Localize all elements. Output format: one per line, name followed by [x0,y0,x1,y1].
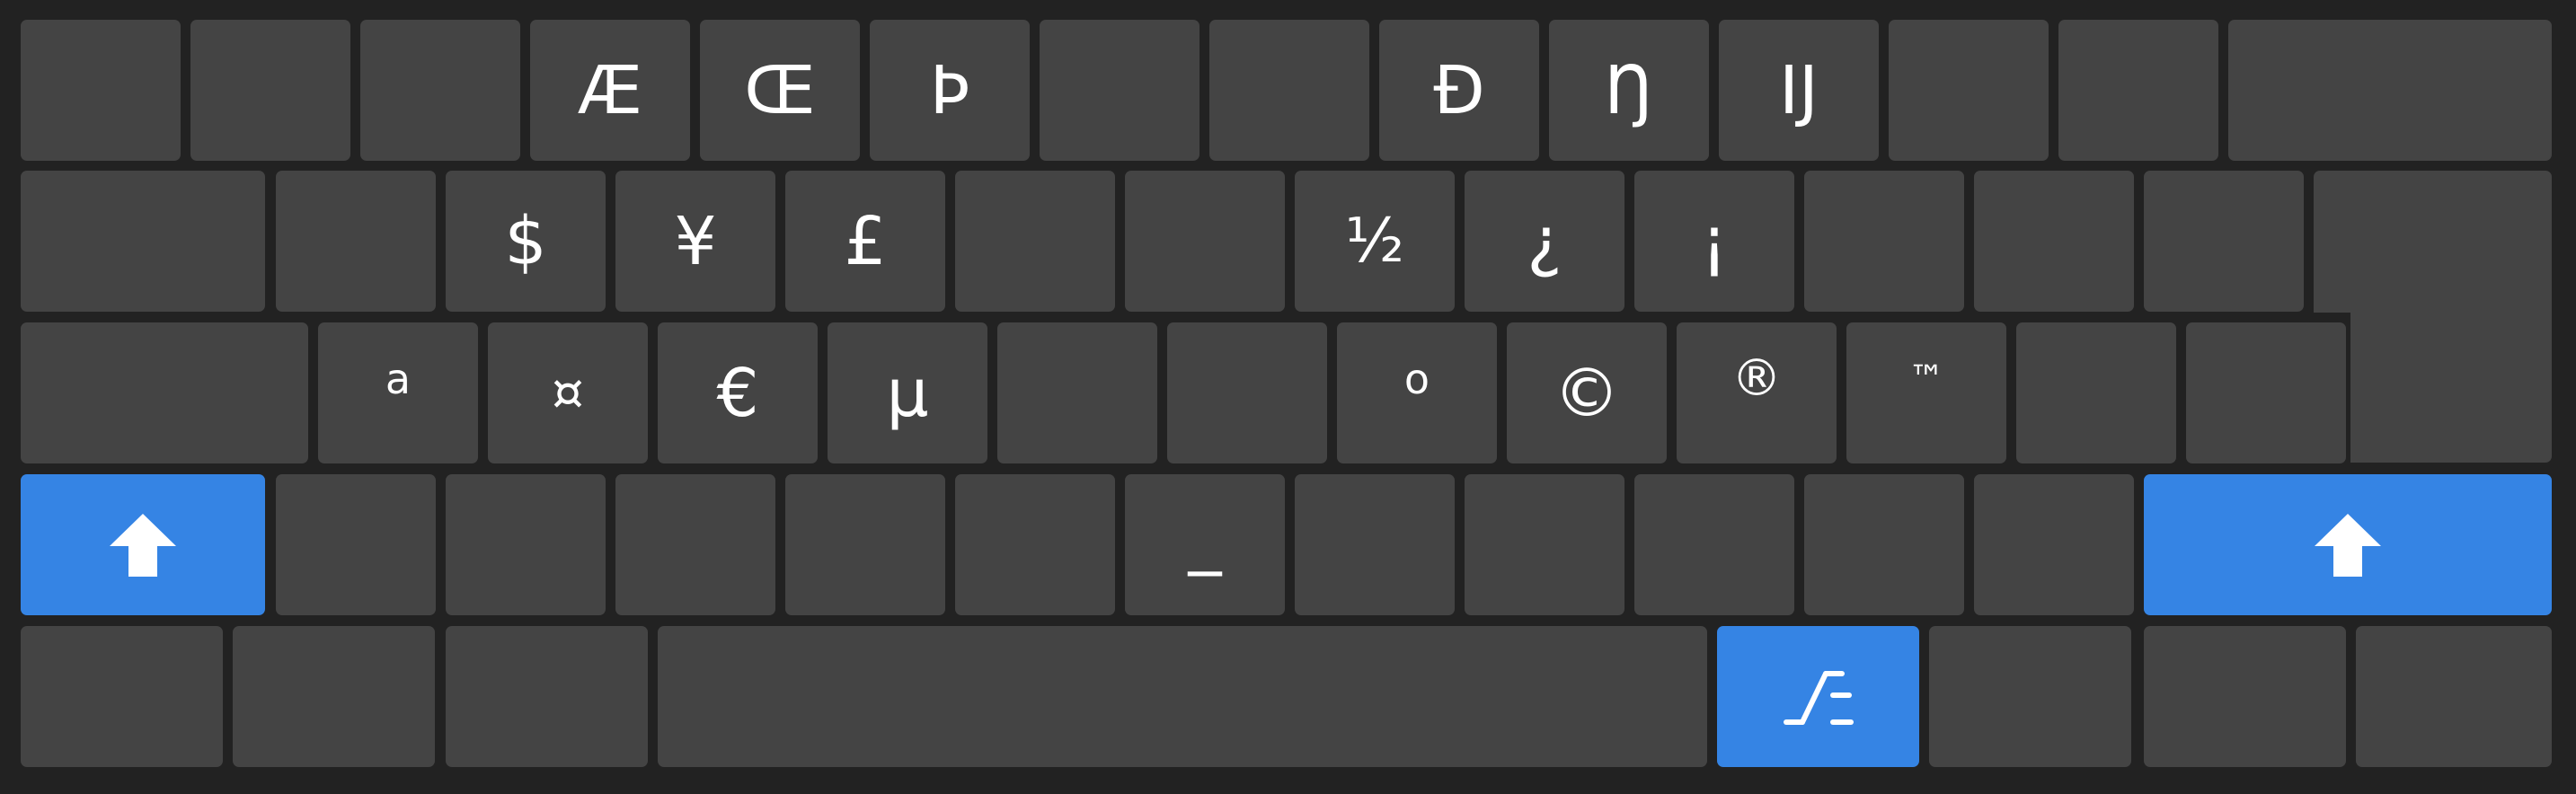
key-ae[interactable]: Æ [530,20,690,161]
key-currency-label: ¤ [552,363,584,422]
key-eng[interactable]: Ŋ [1549,20,1709,161]
key-yen-label: ¥ [674,202,717,280]
shift-icon [2315,513,2381,577]
key-r5-7[interactable] [2144,626,2346,767]
key-inverted-question[interactable]: ¿ [1465,171,1624,312]
key-copyright[interactable]: © [1507,322,1667,463]
key-r4-6[interactable] [955,474,1115,615]
key-inverted-exclamation-label: ¡ [1701,202,1728,280]
key-r1-12[interactable] [1889,20,2049,161]
key-half[interactable]: ½ [1295,171,1455,312]
key-r2-7[interactable] [1125,171,1285,312]
symbols-toggle-icon [1783,670,1854,725]
key-r3-6[interactable] [997,322,1157,463]
symbols-toggle-key[interactable] [1717,626,1919,767]
key-oe-label: Œ [744,51,816,129]
key-ordinal-a-label: a [385,354,412,403]
key-trademark[interactable]: ™ [1846,322,2006,463]
key-r3-13[interactable] [2186,322,2346,463]
key-r1-8[interactable] [1209,20,1369,161]
key-r4-5[interactable] [785,474,945,615]
key-r3-1[interactable] [21,322,308,463]
key-r2-1[interactable] [21,171,265,312]
key-underscore-label: _ [1188,498,1222,577]
key-r5-3[interactable] [446,626,648,767]
key-mu[interactable]: μ [828,322,987,463]
key-r4-11[interactable] [1804,474,1964,615]
key-inverted-exclamation[interactable]: ¡ [1634,171,1794,312]
key-pound-label: £ [844,202,887,280]
key-thorn[interactable]: Þ [870,20,1030,161]
key-yen[interactable]: ¥ [615,171,775,312]
key-r1-7[interactable] [1040,20,1199,161]
key-r4-12[interactable] [1974,474,2134,615]
key-r5-2[interactable] [233,626,435,767]
key-r3-7[interactable] [1167,322,1327,463]
key-copyright-label: © [1554,354,1620,432]
key-registered[interactable]: ® [1677,322,1837,463]
key-eng-label: Ŋ [1604,51,1654,129]
key-dollar-label: $ [504,202,547,280]
key-ae-label: Æ [577,51,643,129]
key-mu-label: μ [886,354,929,432]
key-half-label: ½ [1345,205,1404,277]
key-r3-12[interactable] [2016,322,2176,463]
key-r2-11[interactable] [1804,171,1964,312]
key-r2-2[interactable] [276,171,436,312]
key-d-stroke-label: Đ [1433,51,1485,129]
key-r2-12[interactable] [1974,171,2134,312]
key-r5-8[interactable] [2356,626,2552,767]
key-r4-10[interactable] [1634,474,1794,615]
key-r1-14[interactable] [2228,20,2552,161]
key-r4-8[interactable] [1295,474,1455,615]
key-r5-1[interactable] [21,626,223,767]
key-ij[interactable]: Ĳ [1719,20,1879,161]
key-r4-9[interactable] [1465,474,1624,615]
key-ordinal-o[interactable]: o [1337,322,1497,463]
key-euro[interactable]: € [658,322,818,463]
on-screen-keyboard: Æ Œ Þ Đ Ŋ Ĳ $ ¥ £ ½ ¿ ¡ a ¤ € μ o © ® ™ … [0,0,2576,794]
space-bar[interactable] [658,626,1707,767]
key-ordinal-a[interactable]: a [318,322,478,463]
shift-right-key[interactable] [2144,474,2552,615]
key-r1-1[interactable] [21,20,181,161]
key-d-stroke[interactable]: Đ [1379,20,1539,161]
key-dollar[interactable]: $ [446,171,606,312]
key-inverted-question-label: ¿ [1527,202,1562,280]
key-r4-3[interactable] [446,474,606,615]
shift-left-key[interactable] [21,474,265,615]
key-r2-6[interactable] [955,171,1115,312]
key-r5-6[interactable] [1929,626,2131,767]
key-r1-2[interactable] [190,20,350,161]
key-trademark-label: ™ [1908,357,1944,400]
key-pound[interactable]: £ [785,171,945,312]
shift-icon [110,513,176,577]
key-ordinal-o-label: o [1403,354,1430,403]
key-oe[interactable]: Œ [700,20,860,161]
key-registered-label: ® [1731,348,1782,408]
key-r4-2[interactable] [276,474,436,615]
key-underscore[interactable]: _ [1125,474,1285,615]
key-currency[interactable]: ¤ [488,322,648,463]
key-r1-13[interactable] [2058,20,2218,161]
key-r4-4[interactable] [615,474,775,615]
key-euro-label: € [716,354,759,432]
key-r2-13[interactable] [2144,171,2304,312]
key-thorn-label: Þ [929,51,970,129]
key-r1-3[interactable] [360,20,520,161]
key-ij-label: Ĳ [1779,51,1819,129]
